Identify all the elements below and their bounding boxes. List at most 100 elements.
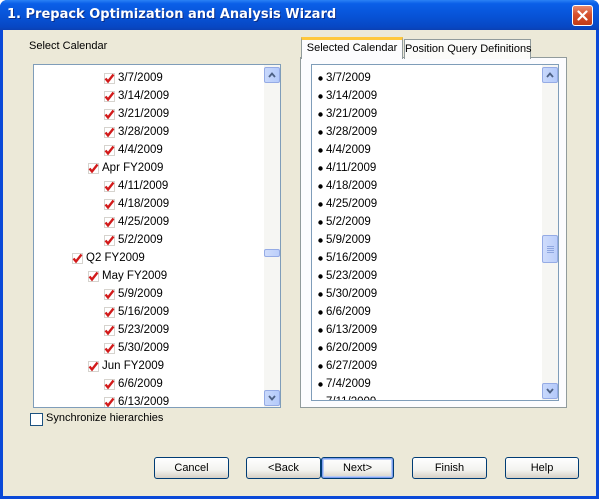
list-item-label: 3/14/2009 bbox=[326, 90, 378, 102]
checked-box-icon[interactable] bbox=[104, 73, 115, 84]
list-item-label: 5/16/2009 bbox=[326, 252, 378, 264]
scroll-up-button[interactable] bbox=[542, 67, 558, 83]
bullet-icon bbox=[318, 364, 323, 369]
tree-item-label: Apr FY2009 bbox=[102, 162, 164, 174]
list-item-label: 5/2/2009 bbox=[326, 216, 371, 228]
tree-item-label: 5/2/2009 bbox=[118, 234, 163, 246]
tree-item-label: 5/9/2009 bbox=[118, 288, 163, 300]
cancel-button[interactable]: Cancel bbox=[154, 457, 229, 479]
checked-box-icon[interactable] bbox=[104, 127, 115, 138]
list-item-label: 6/13/2009 bbox=[326, 324, 378, 336]
scroll-thumb[interactable] bbox=[264, 249, 280, 257]
tree-item-label: 4/18/2009 bbox=[118, 198, 170, 210]
bullet-icon bbox=[318, 76, 323, 81]
select-calendar-label: Select Calendar bbox=[29, 40, 108, 52]
bullet-icon bbox=[318, 256, 323, 261]
bullet-icon bbox=[318, 94, 323, 99]
back-button[interactable]: <Back bbox=[246, 457, 321, 479]
synchronize-hierarchies-label: Synchronize hierarchies bbox=[46, 412, 164, 424]
calendar-tree-scrollbar[interactable] bbox=[264, 65, 280, 407]
checked-box-icon[interactable] bbox=[104, 109, 115, 120]
tree-item-label: 3/21/2009 bbox=[118, 108, 170, 120]
tab-selected-calendar-label: Selected Calendar bbox=[306, 42, 398, 54]
tree-item-label: Jun FY2009 bbox=[102, 360, 165, 372]
window-title: 1. Prepack Optimization and Analysis Wiz… bbox=[7, 7, 337, 22]
scroll-up-arrow-icon bbox=[546, 72, 554, 78]
checked-box-icon[interactable] bbox=[104, 289, 115, 300]
bullet-icon bbox=[318, 274, 323, 279]
tree-item-label: 6/6/2009 bbox=[118, 378, 163, 390]
next-button[interactable]: Next> bbox=[321, 457, 394, 479]
checked-box-icon[interactable] bbox=[72, 253, 83, 264]
list-item-label: 7/11/2009 bbox=[326, 393, 376, 400]
tree-item-label: 3/28/2009 bbox=[118, 126, 170, 138]
tree-item-label: 4/4/2009 bbox=[118, 144, 163, 156]
checked-box-icon[interactable] bbox=[104, 235, 115, 246]
dialog-body: Select Calendar 3/7/2009 3/14/2009 3/21/20… bbox=[3, 30, 596, 496]
list-item-label: 3/7/2009 bbox=[326, 72, 371, 84]
checked-box-icon[interactable] bbox=[104, 379, 115, 390]
checked-box-icon[interactable] bbox=[104, 181, 115, 192]
wizard-window: 1. Prepack Optimization and Analysis Wiz… bbox=[0, 0, 599, 499]
tree-item-label: 5/16/2009 bbox=[118, 306, 170, 318]
checked-box-icon[interactable] bbox=[88, 361, 99, 372]
bullet-icon bbox=[318, 346, 323, 351]
tree-item-label: 4/11/2009 bbox=[118, 180, 169, 192]
checked-box-icon[interactable] bbox=[104, 145, 115, 156]
bullet-icon bbox=[318, 382, 323, 387]
scroll-up-arrow-icon bbox=[268, 72, 276, 78]
bullet-icon bbox=[318, 220, 323, 225]
checked-box-icon[interactable] bbox=[104, 217, 115, 228]
checked-box-icon[interactable] bbox=[104, 307, 115, 318]
list-item-label: 5/30/2009 bbox=[326, 288, 378, 300]
tab-position-query-definitions-label: Position Query Definitions bbox=[405, 43, 532, 55]
synchronize-hierarchies-checkbox[interactable] bbox=[30, 413, 43, 426]
tree-item-label: 5/23/2009 bbox=[118, 324, 170, 336]
bullet-icon bbox=[318, 148, 323, 153]
checked-box-icon[interactable] bbox=[104, 199, 115, 210]
tab-selected-calendar[interactable]: Selected Calendar bbox=[301, 37, 403, 59]
close-icon bbox=[577, 10, 588, 21]
tree-item-label: 6/13/2009 bbox=[118, 396, 170, 408]
help-button[interactable]: Help bbox=[505, 457, 579, 479]
list-item-label: 4/18/2009 bbox=[326, 180, 378, 192]
scroll-up-button[interactable] bbox=[264, 67, 280, 83]
tab-position-query-definitions[interactable]: Position Query Definitions bbox=[404, 39, 532, 59]
bullet-icon bbox=[318, 166, 323, 171]
tree-item-label: 3/14/2009 bbox=[118, 90, 170, 102]
scroll-thumb[interactable] bbox=[542, 235, 558, 263]
checked-box-icon[interactable] bbox=[88, 271, 99, 282]
close-button[interactable] bbox=[572, 5, 593, 26]
scroll-down-arrow-icon bbox=[268, 395, 276, 401]
checked-box-icon[interactable] bbox=[104, 343, 115, 354]
list-item-label: 4/4/2009 bbox=[326, 144, 371, 156]
bullet-icon bbox=[318, 202, 323, 207]
tree-item-label: May FY2009 bbox=[102, 270, 168, 282]
tree-item-label: Q2 FY2009 bbox=[86, 252, 145, 264]
list-item-label: 6/6/2009 bbox=[326, 306, 371, 318]
bullet-icon bbox=[318, 238, 323, 243]
bullet-icon bbox=[318, 310, 323, 315]
checked-box-icon[interactable] bbox=[104, 91, 115, 102]
bullet-icon bbox=[318, 130, 323, 135]
list-item-label: 6/27/2009 bbox=[326, 360, 378, 372]
list-item-label: 5/23/2009 bbox=[326, 270, 378, 282]
scroll-down-arrow-icon bbox=[546, 388, 554, 394]
bullet-icon bbox=[318, 400, 323, 401]
checked-box-icon[interactable] bbox=[88, 163, 99, 174]
checked-box-icon[interactable] bbox=[104, 325, 115, 336]
calendar-tree[interactable]: 3/7/2009 3/14/2009 3/21/2009 3/28/2009 4/4/2… bbox=[33, 64, 281, 408]
list-item-label: 4/11/2009 bbox=[326, 162, 377, 174]
scroll-down-button[interactable] bbox=[542, 383, 558, 399]
selected-calendar-scrollbar[interactable] bbox=[542, 65, 558, 400]
scroll-down-button[interactable] bbox=[264, 390, 280, 406]
tree-item-label: 3/7/2009 bbox=[118, 72, 163, 84]
selected-calendar-list[interactable]: 3/7/2009 3/14/2009 3/21/2009 3/28/2009 4/4/2… bbox=[311, 64, 559, 401]
list-item-label: 3/21/2009 bbox=[326, 108, 378, 120]
finish-button[interactable]: Finish bbox=[412, 457, 487, 479]
bullet-icon bbox=[318, 184, 323, 189]
tree-item-label: 5/30/2009 bbox=[118, 342, 170, 354]
title-bar[interactable]: 1. Prepack Optimization and Analysis Wiz… bbox=[0, 0, 599, 30]
list-item-label: 3/28/2009 bbox=[326, 126, 378, 138]
checked-box-icon[interactable] bbox=[104, 397, 115, 408]
